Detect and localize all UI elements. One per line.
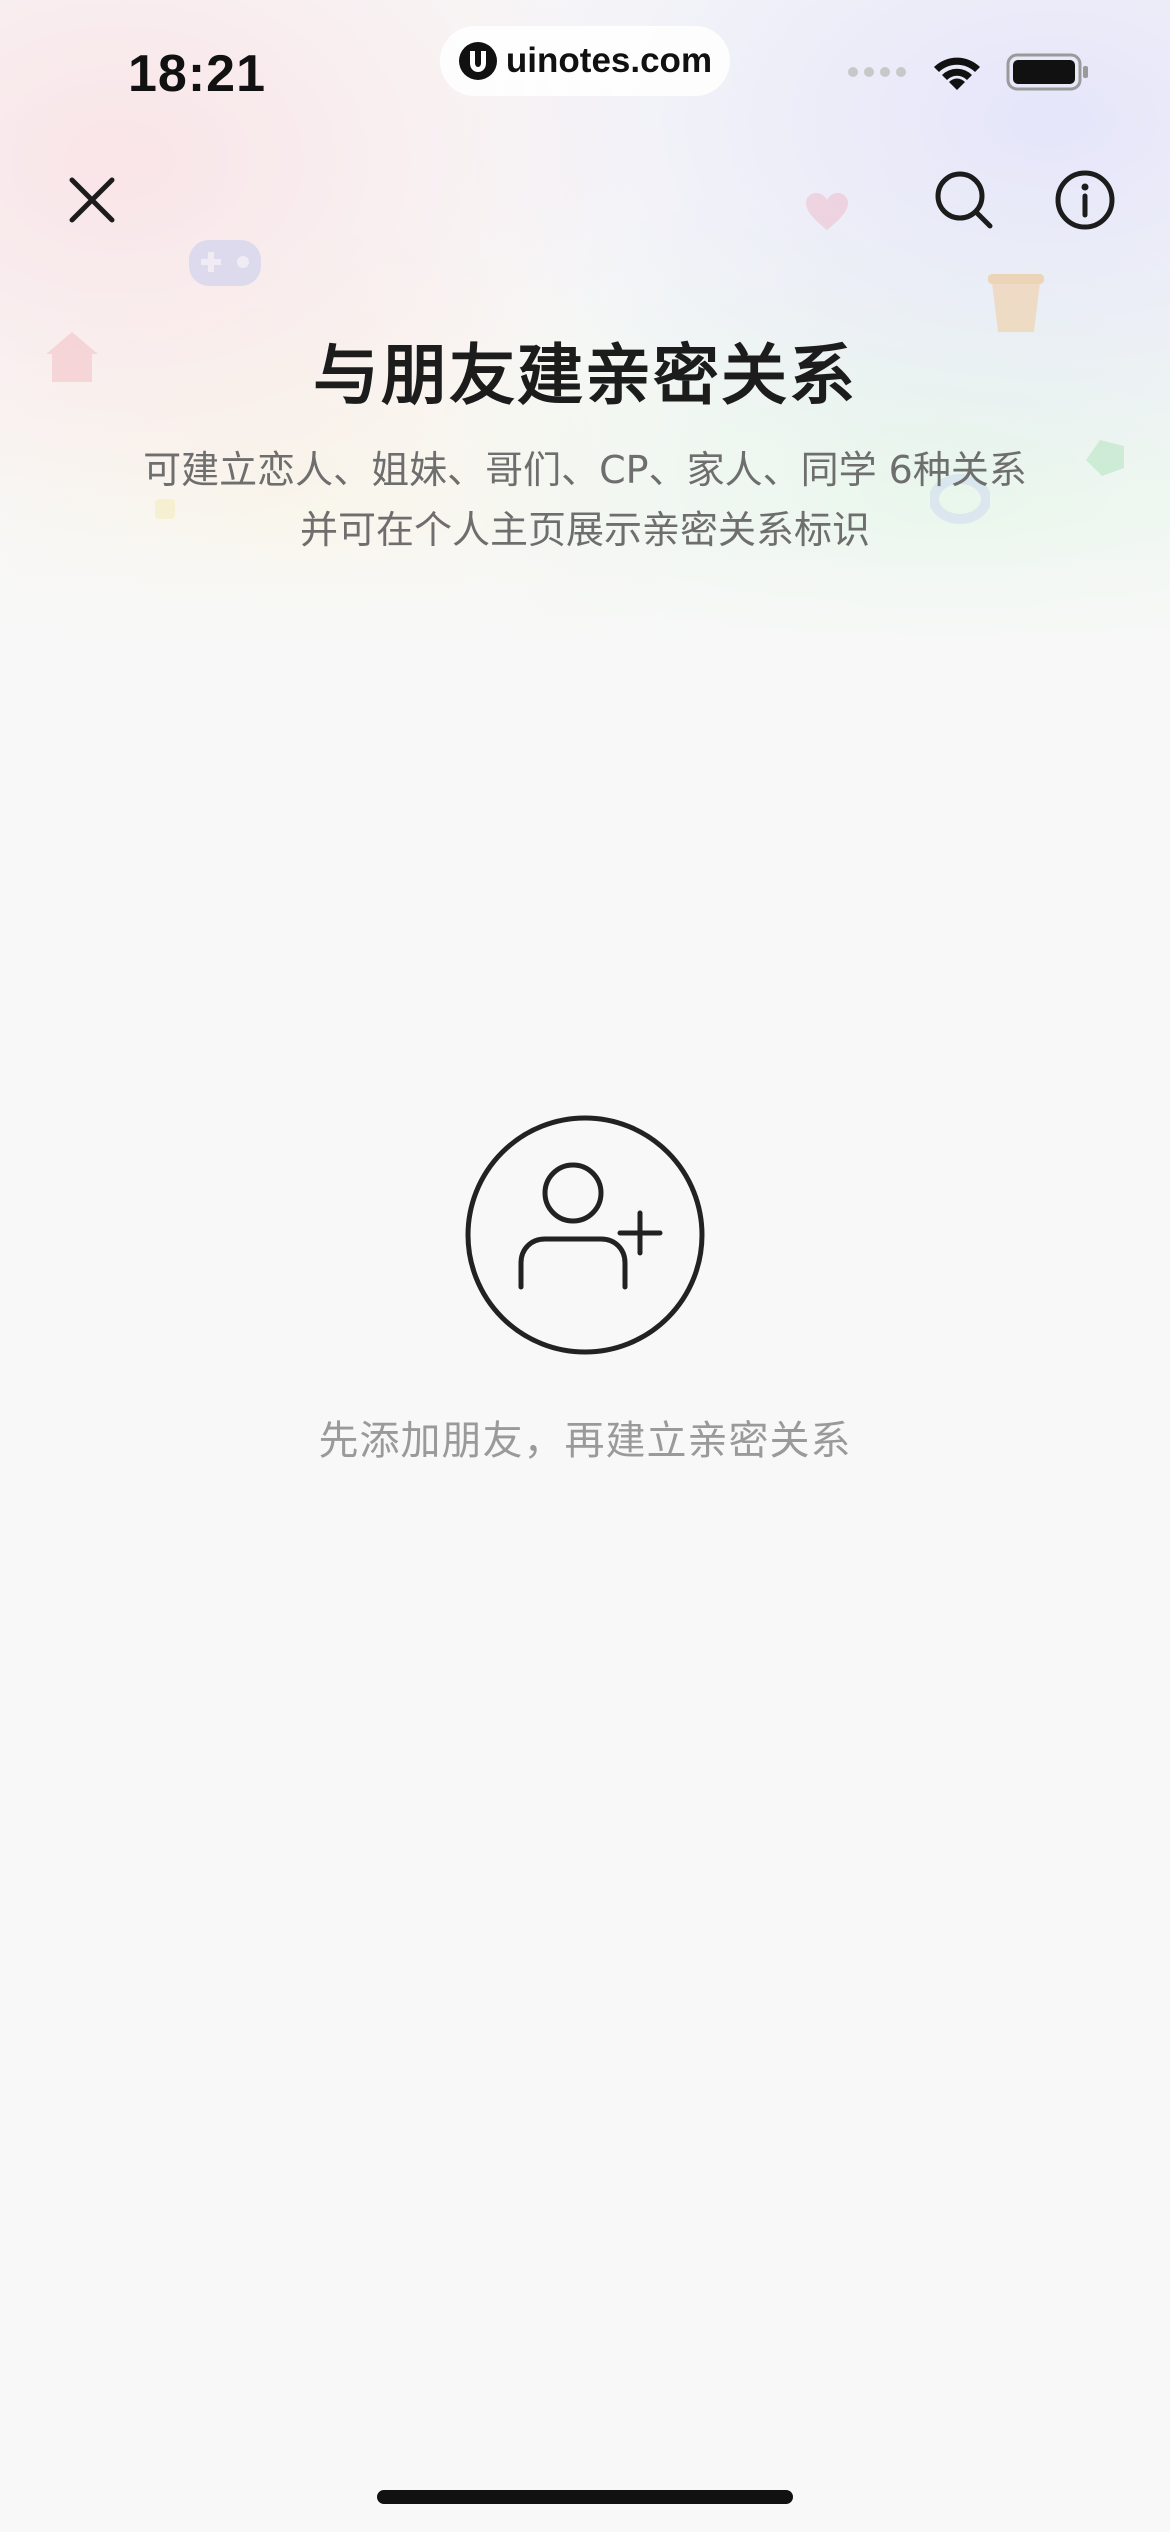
subtitle-line-1: 可建立恋人、姐妹、哥们、CP、家人、同学 6种关系 <box>143 448 1027 492</box>
search-button[interactable] <box>924 160 1004 240</box>
url-pill: uinotes.com <box>440 26 730 96</box>
info-button[interactable] <box>1045 160 1125 240</box>
home-indicator[interactable] <box>377 2490 793 2504</box>
add-friend-button[interactable] <box>463 1113 707 1357</box>
status-time: 18:21 <box>128 45 266 103</box>
signal-dots-icon <box>848 67 906 77</box>
uinotes-logo-icon <box>458 41 498 81</box>
add-friend-icon <box>465 1115 705 1355</box>
page-subtitle: 可建立恋人、姐妹、哥们、CP、家人、同学 6种关系 并可在个人主页展示亲密关系标… <box>60 440 1110 560</box>
empty-state-message: 先添加朋友，再建立亲密关系 <box>318 1418 852 1464</box>
page-title: 与朋友建亲密关系 <box>313 337 857 414</box>
status-indicators <box>846 52 1090 92</box>
heart-decoration-icon <box>806 193 848 230</box>
battery-icon <box>1006 53 1088 91</box>
search-icon <box>935 171 993 229</box>
wifi-icon <box>934 57 980 90</box>
info-icon <box>1055 170 1115 230</box>
close-icon <box>69 177 115 223</box>
screen: 18:21 uinotes.com 与朋友建亲密关系 可建立恋人、姐妹、哥们、C… <box>0 0 1170 2532</box>
url-text: uinotes.com <box>505 41 713 80</box>
gamepad-decoration-icon <box>189 240 261 286</box>
subtitle-line-2: 并可在个人主页展示亲密关系标识 <box>299 508 870 552</box>
close-button[interactable] <box>52 160 132 240</box>
